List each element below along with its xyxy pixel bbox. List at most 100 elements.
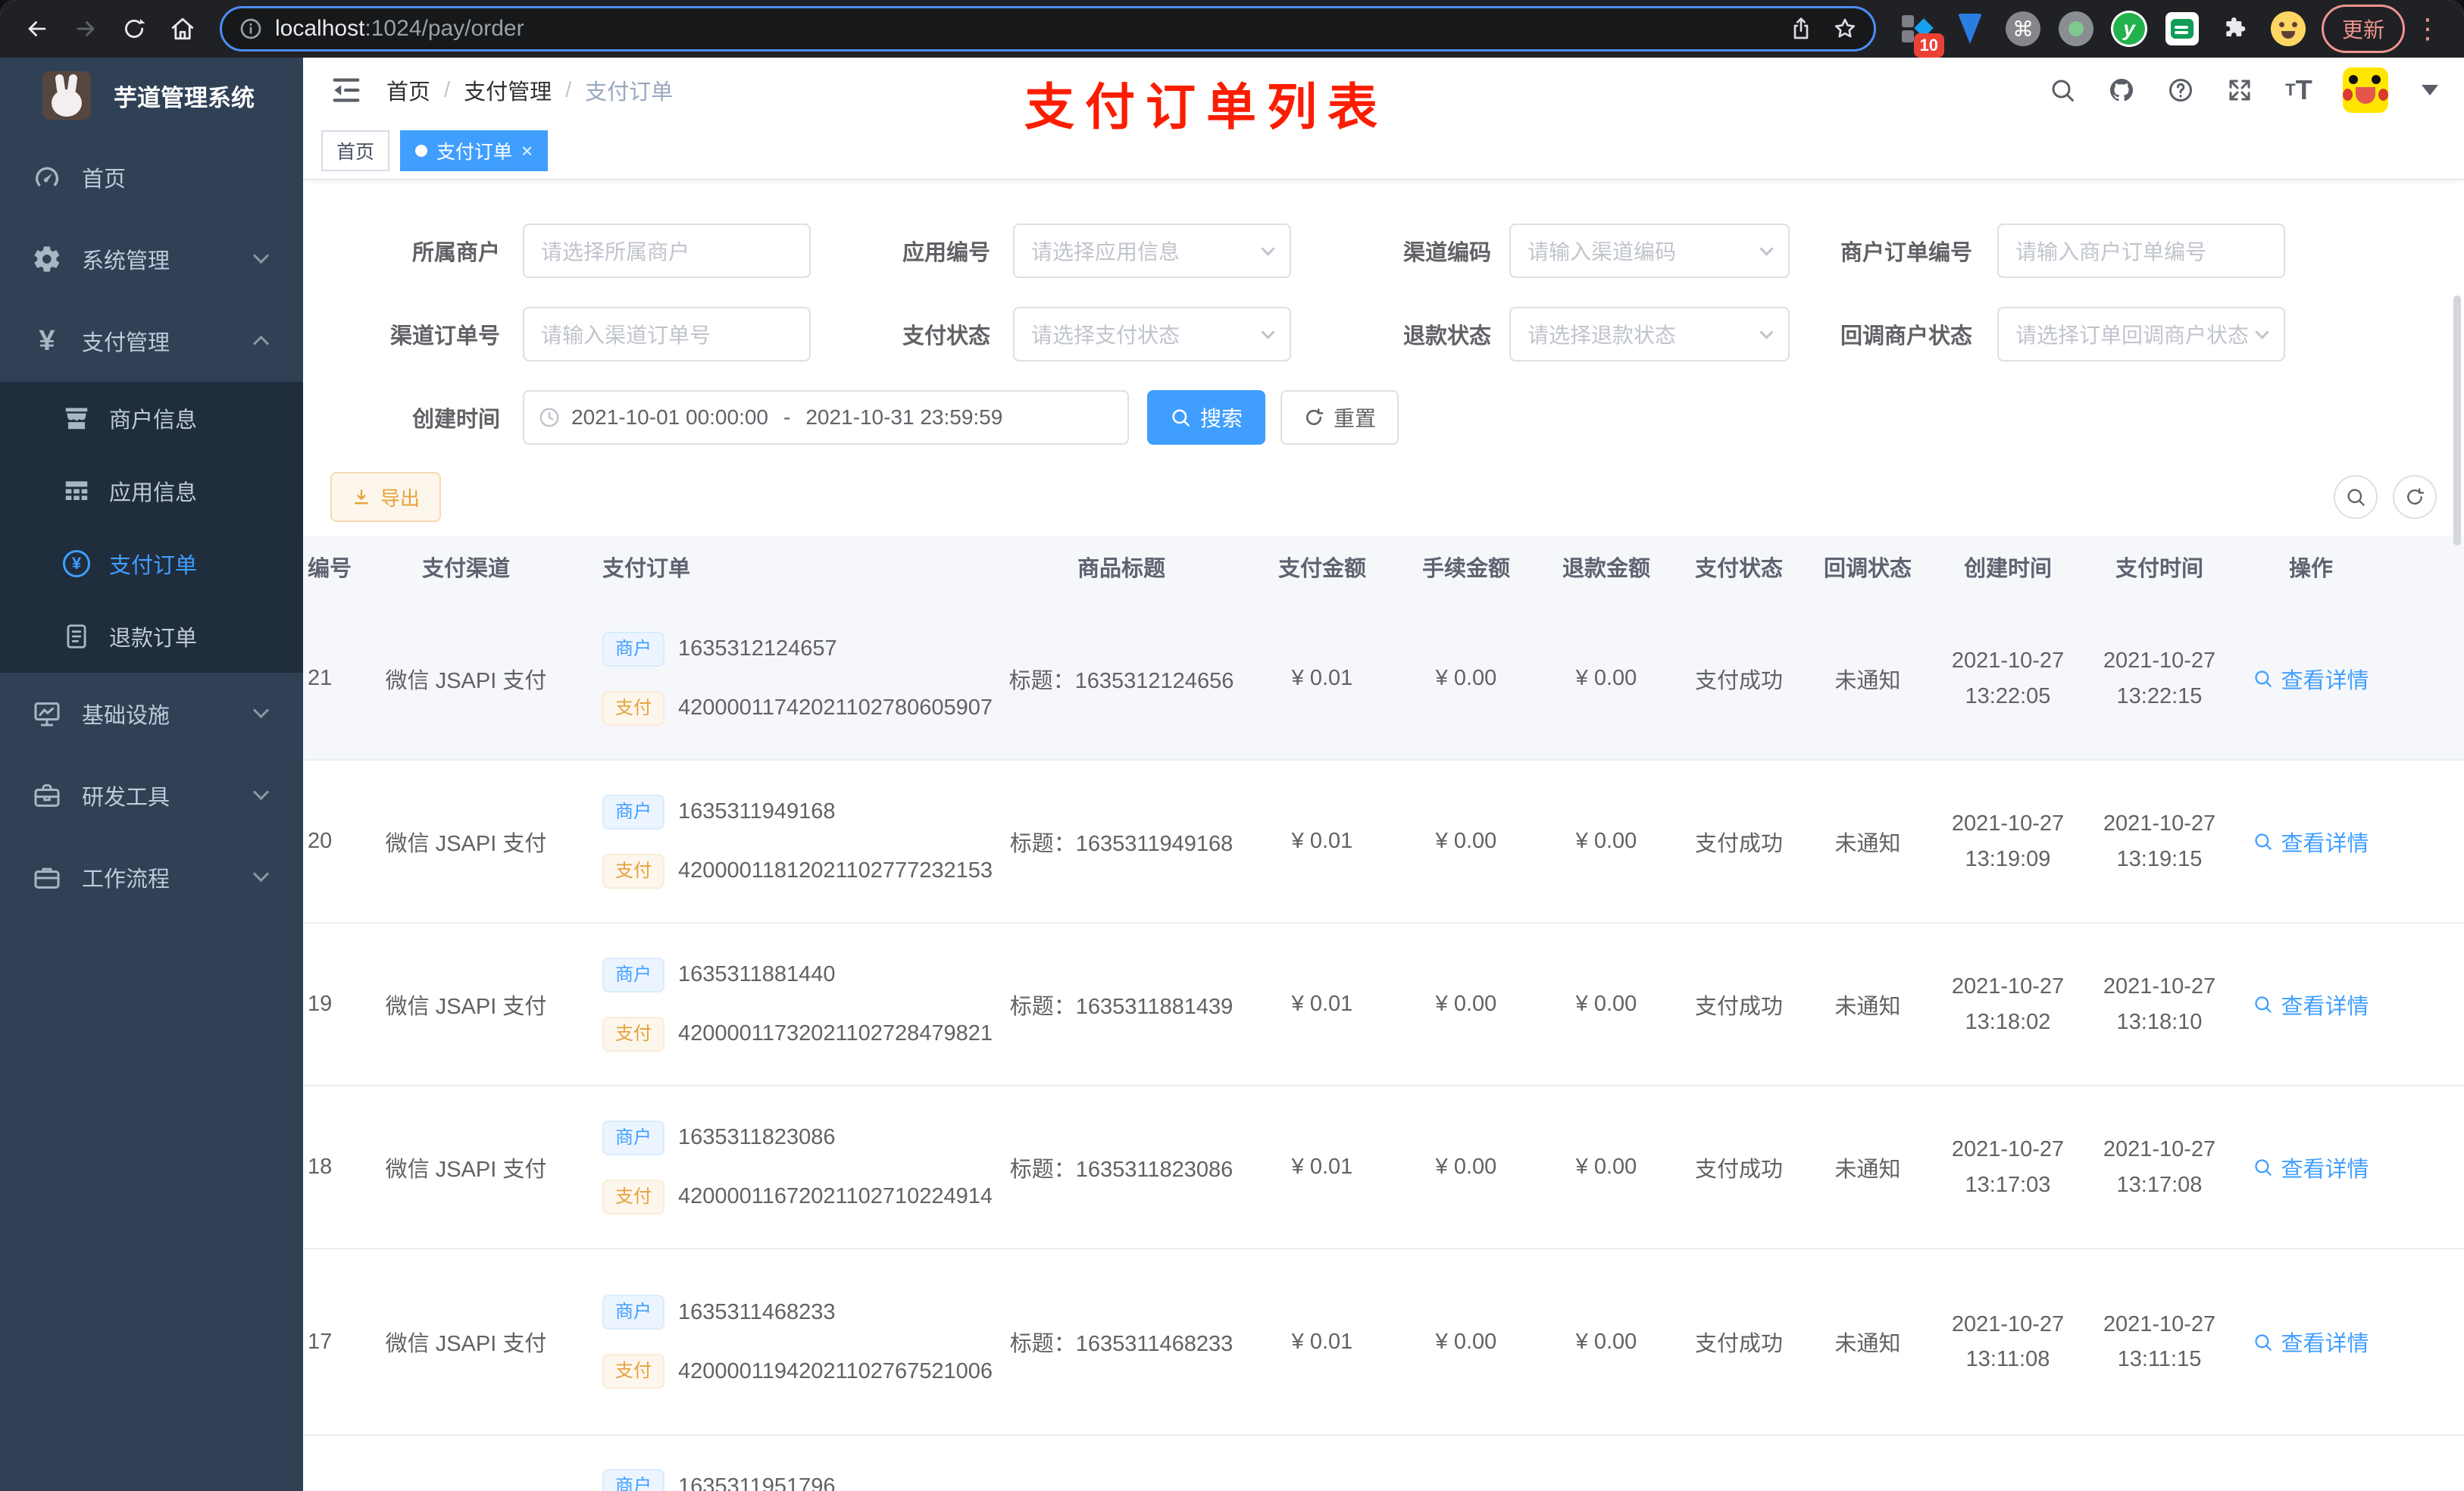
refresh-table-button[interactable] (2393, 475, 2437, 519)
github-icon[interactable] (2106, 75, 2137, 105)
pay-time: 2021-10-27 13:22:15 (2103, 649, 2216, 708)
extension-y-icon[interactable]: y (2109, 9, 2149, 48)
pay-status: 支付成功 (1694, 668, 1783, 693)
page-scrollbar-thumb[interactable] (2453, 295, 2461, 545)
pay-status: 支付成功 (1694, 1157, 1783, 1182)
sidebar-item-dev-tools[interactable]: 研发工具 (0, 755, 303, 836)
filter-label-merchant: 所属商户 (411, 241, 500, 265)
pay-amount: ¥ 0.01 (1291, 992, 1353, 1016)
app-select[interactable]: 请选择应用信息 (1013, 223, 1291, 278)
table-row-partial[interactable]: 商户 1635311951796 (303, 1436, 2464, 1491)
user-avatar[interactable] (2343, 67, 2388, 113)
export-button[interactable]: 导出 (330, 472, 442, 522)
sidebar-item-app-info[interactable]: 应用信息 (0, 455, 303, 527)
sidebar-item-merchant-info[interactable]: 商户信息 (0, 382, 303, 455)
view-detail-link[interactable]: 查看详情 (2235, 1152, 2387, 1183)
view-detail-link[interactable]: 查看详情 (2235, 826, 2387, 858)
forward-button[interactable] (64, 7, 108, 51)
tab-pay-order[interactable]: 支付订单 × (400, 130, 549, 171)
view-detail-link[interactable]: 查看详情 (2235, 1326, 2387, 1358)
table-body: 21 微信 JSAPI 支付 商户 1635312124657 支付 42000… (303, 598, 2464, 1436)
extension-recorder-icon[interactable] (2056, 9, 2096, 48)
refund-status-select[interactable]: 请选择退款状态 (1509, 307, 1790, 361)
search-icon (2255, 670, 2272, 687)
notify-status: 未通知 (1834, 994, 1901, 1019)
table-row[interactable]: 17 微信 JSAPI 支付 商户 1635311468233 支付 42000… (303, 1249, 2464, 1436)
avatar-caret-icon[interactable] (2422, 85, 2438, 95)
site-info-icon[interactable] (239, 17, 263, 41)
close-icon[interactable]: × (521, 139, 533, 163)
extension-command-icon[interactable]: ⌘ (2003, 9, 2043, 48)
search-button[interactable]: 搜索 (1147, 390, 1266, 445)
callback-status-select[interactable]: 请选择订单回调商户状态 (1997, 307, 2285, 361)
extension-chat-icon[interactable] (2162, 9, 2202, 48)
reset-button[interactable]: 重置 (1280, 390, 1399, 445)
collapse-sidebar-icon[interactable] (329, 73, 364, 108)
channel-order-no-input[interactable]: 请输入渠道订单号 (523, 307, 811, 361)
date-end[interactable]: 2021-10-31 23:59:59 (805, 405, 1002, 430)
search-icon (2255, 1159, 2272, 1176)
sidebar-item-workflow[interactable]: 工作流程 (0, 836, 303, 918)
bookmark-star-icon[interactable] (1833, 17, 1857, 41)
view-detail-link[interactable]: 查看详情 (2235, 663, 2387, 695)
merchant-tag: 商户 (602, 957, 664, 992)
main-content: 所属商户 请选择所属商户 应用编号 请选择应用信息 渠道编码 请输入渠道编码 商… (303, 180, 2464, 1491)
filter-label-merchant-order-no: 商户订单编号 (1840, 241, 1972, 265)
view-detail-link[interactable]: 查看详情 (2235, 989, 2387, 1021)
profile-avatar-icon[interactable] (2269, 9, 2308, 48)
extension-gem-icon[interactable] (1950, 9, 1990, 48)
pay-status-select[interactable]: 请选择支付状态 (1013, 307, 1291, 361)
refresh-icon (2407, 488, 2425, 505)
breadcrumb-pay[interactable]: 支付管理 (464, 74, 552, 106)
sidebar-item-home[interactable]: 首页 (0, 136, 303, 218)
table-row[interactable]: 19 微信 JSAPI 支付 商户 1635311881440 支付 42000… (303, 924, 2464, 1086)
pay-time: 2021-10-27 13:11:15 (2103, 1311, 2216, 1371)
channel-code-select[interactable]: 请输入渠道编码 (1509, 223, 1790, 278)
breadcrumb-home[interactable]: 首页 (386, 74, 430, 106)
font-size-icon[interactable]: TT (2284, 74, 2314, 105)
table-row[interactable]: 21 微信 JSAPI 支付 商户 1635312124657 支付 42000… (303, 598, 2464, 761)
extensions-puzzle-icon[interactable] (2215, 9, 2255, 48)
extension-pinned-icon[interactable]: 10 (1897, 9, 1944, 58)
browser-menu-icon[interactable]: ⋮ (2412, 15, 2449, 42)
share-icon[interactable] (1789, 17, 1813, 41)
sidebar-item-label: 商户信息 (109, 408, 198, 433)
product-title: 标题：1635311881439 (1009, 994, 1234, 1019)
channel-order-no: 4200001181202110277723215336 (678, 858, 993, 883)
search-icon[interactable] (2047, 75, 2078, 105)
toggle-search-button[interactable] (2334, 475, 2378, 519)
sidebar-item-system[interactable]: 系统管理 (0, 218, 303, 300)
sidebar-item-refund-order[interactable]: 退款订单 (0, 600, 303, 673)
back-button[interactable] (15, 7, 59, 51)
notify-status: 未通知 (1834, 1332, 1901, 1356)
sidebar-item-payment[interactable]: ¥ 支付管理 (0, 300, 303, 382)
chevron-down-icon (252, 783, 270, 801)
search-icon (2255, 833, 2272, 850)
chrome-update-button[interactable]: 更新 (2321, 5, 2405, 53)
sidebar-item-infrastructure[interactable]: 基础设施 (0, 673, 303, 755)
create-time-range-picker[interactable]: 2021-10-01 00:00:00 - 2021-10-31 23:59:5… (523, 390, 1129, 445)
notify-status: 未通知 (1834, 831, 1901, 856)
logo-avatar (42, 71, 91, 120)
col-action: 操作 (2288, 557, 2333, 581)
toolbox-icon (30, 779, 64, 812)
channel-order-no: 4200001173202110272847982104 (678, 1021, 993, 1046)
table-row[interactable]: 18 微信 JSAPI 支付 商户 1635311823086 支付 42000… (303, 1086, 2464, 1249)
merchant-order-no-input[interactable]: 请输入商户订单编号 (1997, 223, 2285, 278)
merchant-input[interactable]: 请选择所属商户 (523, 223, 811, 278)
pay-tag: 支付 (602, 1179, 664, 1214)
fullscreen-icon[interactable] (2225, 75, 2255, 105)
reload-button[interactable] (112, 7, 156, 51)
url-bar[interactable]: localhost:1024/pay/order (220, 6, 1876, 52)
sidebar-item-pay-order[interactable]: ¥ 支付订单 (0, 527, 303, 600)
col-amount: 支付金额 (1277, 557, 1366, 581)
forward-icon (77, 21, 95, 36)
document-icon (61, 620, 92, 652)
tab-home[interactable]: 首页 (321, 130, 390, 171)
date-start[interactable]: 2021-10-01 00:00:00 (571, 405, 768, 430)
home-button[interactable] (161, 7, 205, 51)
sidebar-item-label: 基础设施 (82, 704, 170, 728)
table-row[interactable]: 20 微信 JSAPI 支付 商户 1635311949168 支付 42000… (303, 761, 2464, 924)
help-icon[interactable] (2165, 75, 2196, 105)
notify-status: 未通知 (1834, 668, 1901, 693)
